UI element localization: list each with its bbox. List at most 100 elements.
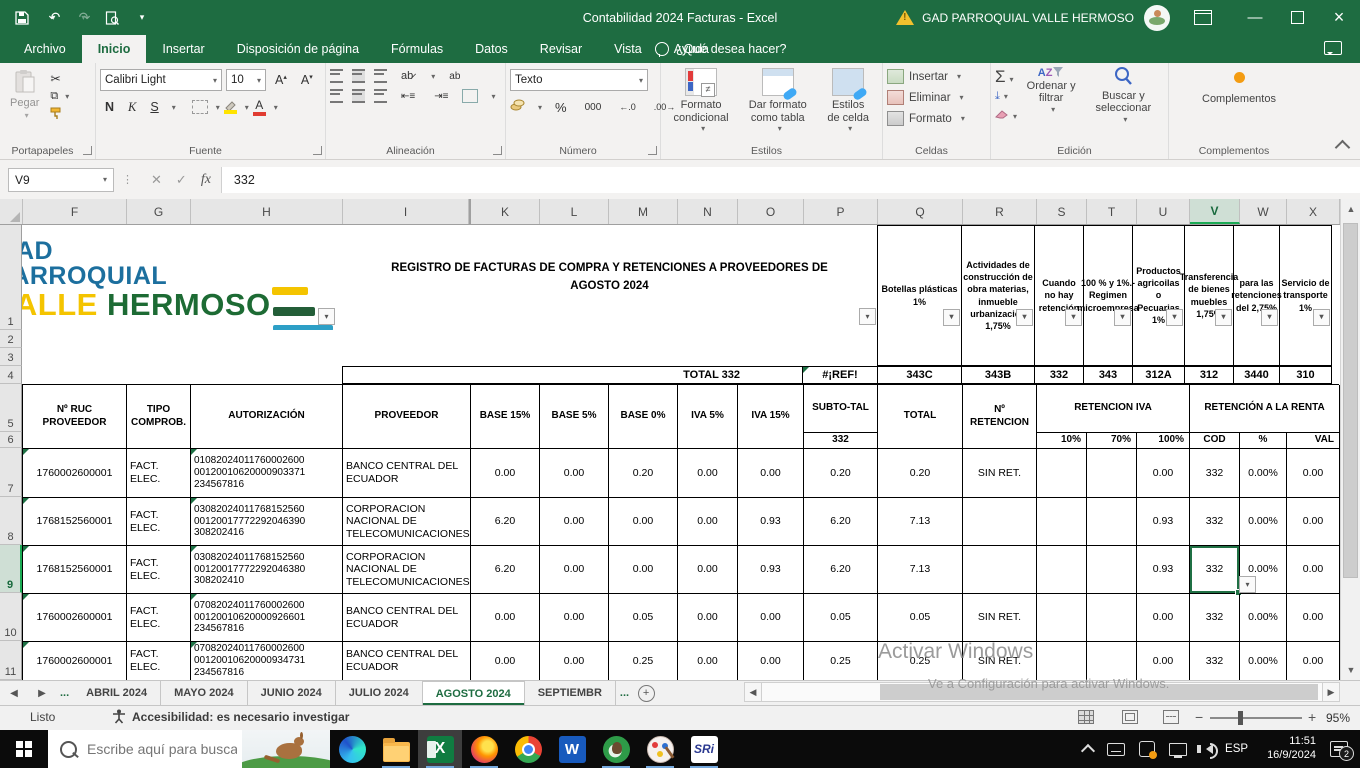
cell-nretencion[interactable]: SIN RET. <box>963 449 1037 498</box>
select-all-corner[interactable] <box>0 199 23 224</box>
cell-base0[interactable]: 0.00 <box>609 498 678 546</box>
menu-tab[interactable]: Archivo <box>8 35 82 63</box>
cell-autorizacion[interactable]: 01082024011760002600 0012001062000090337… <box>191 449 343 498</box>
row-header[interactable]: 1 <box>0 225 22 330</box>
bold-button[interactable]: N <box>100 99 119 115</box>
cell-base0[interactable]: 0.20 <box>609 449 678 498</box>
find-select-button[interactable]: Buscar y seleccionar▾ <box>1083 66 1164 124</box>
column-header[interactable]: M <box>609 199 678 224</box>
tax-header-cell[interactable]: Botellas plásticas 1% ▾ <box>877 225 962 366</box>
align-bottom-icon[interactable] <box>374 69 387 83</box>
conditional-formatting-button[interactable]: ≠ Formato condicional▾ <box>665 68 737 133</box>
sheet-tab[interactable]: JULIO 2024 <box>336 681 423 705</box>
cell-base15[interactable]: 6.20 <box>471 498 540 546</box>
cell-subtotal[interactable]: 6.20 <box>804 498 878 546</box>
clear-icon[interactable]: ▾ <box>995 106 1020 124</box>
cell-pct[interactable]: 0.00% <box>1240 449 1287 498</box>
cell-base0[interactable]: 0.00 <box>609 546 678 594</box>
font-color-icon[interactable]: A <box>253 98 266 116</box>
underline-button[interactable]: S <box>145 99 163 115</box>
sheet-nav-right-icon[interactable]: ▶ <box>28 681 56 705</box>
cell-pct[interactable]: 0.00% <box>1240 498 1287 546</box>
cell-cod[interactable]: 332 <box>1190 498 1240 546</box>
alignment-dialog-launcher[interactable] <box>493 146 502 155</box>
cell-iva5[interactable]: 0.00 <box>678 449 738 498</box>
cell-total[interactable]: 0.05 <box>878 594 963 642</box>
page-layout-view-icon[interactable] <box>1122 710 1138 724</box>
header-base0[interactable]: BASE 0% <box>609 385 678 449</box>
menu-tab[interactable]: Inicio <box>82 35 147 63</box>
cell-base15[interactable]: 6.20 <box>471 546 540 594</box>
row-header[interactable]: 5 <box>0 384 22 432</box>
fill-color-icon[interactable] <box>224 100 237 114</box>
cell-subtotal[interactable]: 0.25 <box>804 642 878 680</box>
format-cells-button[interactable]: Formato▾ <box>887 108 986 129</box>
touch-keyboard-icon[interactable] <box>1107 743 1125 756</box>
format-painter-icon[interactable] <box>45 106 74 123</box>
cell-nretencion[interactable] <box>963 546 1037 594</box>
decrease-indent-icon[interactable]: ⇤≡ <box>396 90 420 103</box>
report-title-cell[interactable]: REGISTRO DE FACTURAS DE COMPRA Y RETENCI… <box>342 225 877 330</box>
cell-base5[interactable]: 0.00 <box>540 642 609 680</box>
cell-autorizacion[interactable]: 03082024011768152560 0012001777229204639… <box>191 498 343 546</box>
tax-filter-dropdown-icon[interactable]: ▾ <box>1114 309 1131 326</box>
ref-error-cell[interactable]: #¡REF! <box>802 366 878 384</box>
insert-cells-button[interactable]: Insertar▾ <box>887 66 986 87</box>
cell-cod[interactable]: 332 <box>1190 449 1240 498</box>
cell-iva5[interactable]: 0.00 <box>678 594 738 642</box>
cell-base15[interactable]: 0.00 <box>471 449 540 498</box>
sync-alert-icon[interactable] <box>1139 741 1155 757</box>
sheet-tab[interactable]: AGOSTO 2024 <box>423 681 525 705</box>
tax-code-cell[interactable]: 343B <box>961 366 1035 384</box>
zoom-out-icon[interactable]: − <box>1195 709 1203 725</box>
tax-code-cell[interactable]: 3440 <box>1233 366 1280 384</box>
number-format-select[interactable]: Texto▾ <box>510 69 648 91</box>
account-name[interactable]: GAD PARROQUIAL VALLE HERMOSO <box>922 11 1134 25</box>
delete-cells-button[interactable]: Eliminar▾ <box>887 87 986 108</box>
header-tipo[interactable]: TIPO COMPROB. <box>127 385 191 449</box>
header-subtotal-code[interactable]: 332 <box>804 433 878 449</box>
cell-base15[interactable]: 0.00 <box>471 642 540 680</box>
cell-10pct[interactable] <box>1037 498 1087 546</box>
cell-ruc[interactable]: 1760002600001 <box>23 594 127 642</box>
format-as-table-button[interactable]: Dar formato como tabla▾ <box>737 68 818 133</box>
column-header[interactable]: Q <box>878 199 963 224</box>
paste-button[interactable]: Pegar▾ <box>4 66 45 123</box>
currency-icon[interactable] <box>510 98 526 116</box>
header-retencion-renta[interactable]: RETENCIÓN A LA RENTA <box>1190 385 1340 433</box>
tax-code-cell[interactable]: 310 <box>1279 366 1332 384</box>
align-center-icon[interactable] <box>352 89 365 103</box>
accessibility-status[interactable]: Accesibilidad: es necesario investigar <box>112 709 349 724</box>
column-header[interactable]: V <box>1190 199 1240 224</box>
cell-pct[interactable]: 0.00% <box>1240 642 1287 680</box>
row-header[interactable]: 8 <box>0 497 22 545</box>
more-sheets-right[interactable]: ... <box>616 681 633 705</box>
cell-100pct[interactable]: 0.93 <box>1137 498 1190 546</box>
cell-iva15[interactable]: 0.00 <box>738 594 804 642</box>
orientation-icon[interactable]: ab̷ <box>396 69 418 83</box>
cell-autorizacion[interactable]: 07082024011760002600 0012001062000093473… <box>191 642 343 680</box>
header-ruc[interactable]: Nº RUC PROVEEDOR <box>23 385 127 449</box>
cell-iva15[interactable]: 0.93 <box>738 498 804 546</box>
name-box[interactable]: V9▾ <box>8 168 114 192</box>
cell-cod[interactable]: 332 <box>1190 546 1240 594</box>
collapse-ribbon-icon[interactable] <box>1335 140 1351 156</box>
comma-style-icon[interactable]: 000 <box>580 101 607 114</box>
cell-total[interactable]: 0.20 <box>878 449 963 498</box>
row-header[interactable]: 3 <box>0 348 22 366</box>
font-name-select[interactable]: Calibri Light▾ <box>100 69 222 91</box>
cut-icon[interactable]: ✂ <box>45 70 74 87</box>
tax-filter-dropdown-icon[interactable]: ▾ <box>943 309 960 326</box>
tax-filter-dropdown-icon[interactable]: ▾ <box>1016 309 1033 326</box>
cell-iva15[interactable]: 0.00 <box>738 449 804 498</box>
cell-proveedor[interactable]: CORPORACION NACIONAL DE TELECOMUNICACION… <box>343 546 471 594</box>
menu-tab[interactable]: Disposición de página <box>221 35 375 63</box>
menu-tab[interactable]: Revisar <box>524 35 598 63</box>
sheet-tab[interactable]: JUNIO 2024 <box>248 681 336 705</box>
number-dialog-launcher[interactable] <box>648 146 657 155</box>
page-break-view-icon[interactable] <box>1163 710 1179 724</box>
search-input[interactable] <box>85 740 239 758</box>
cell-ruc[interactable]: 1768152560001 <box>23 498 127 546</box>
cell-70pct[interactable] <box>1087 498 1137 546</box>
language-indicator[interactable]: ESP <box>1225 743 1248 755</box>
